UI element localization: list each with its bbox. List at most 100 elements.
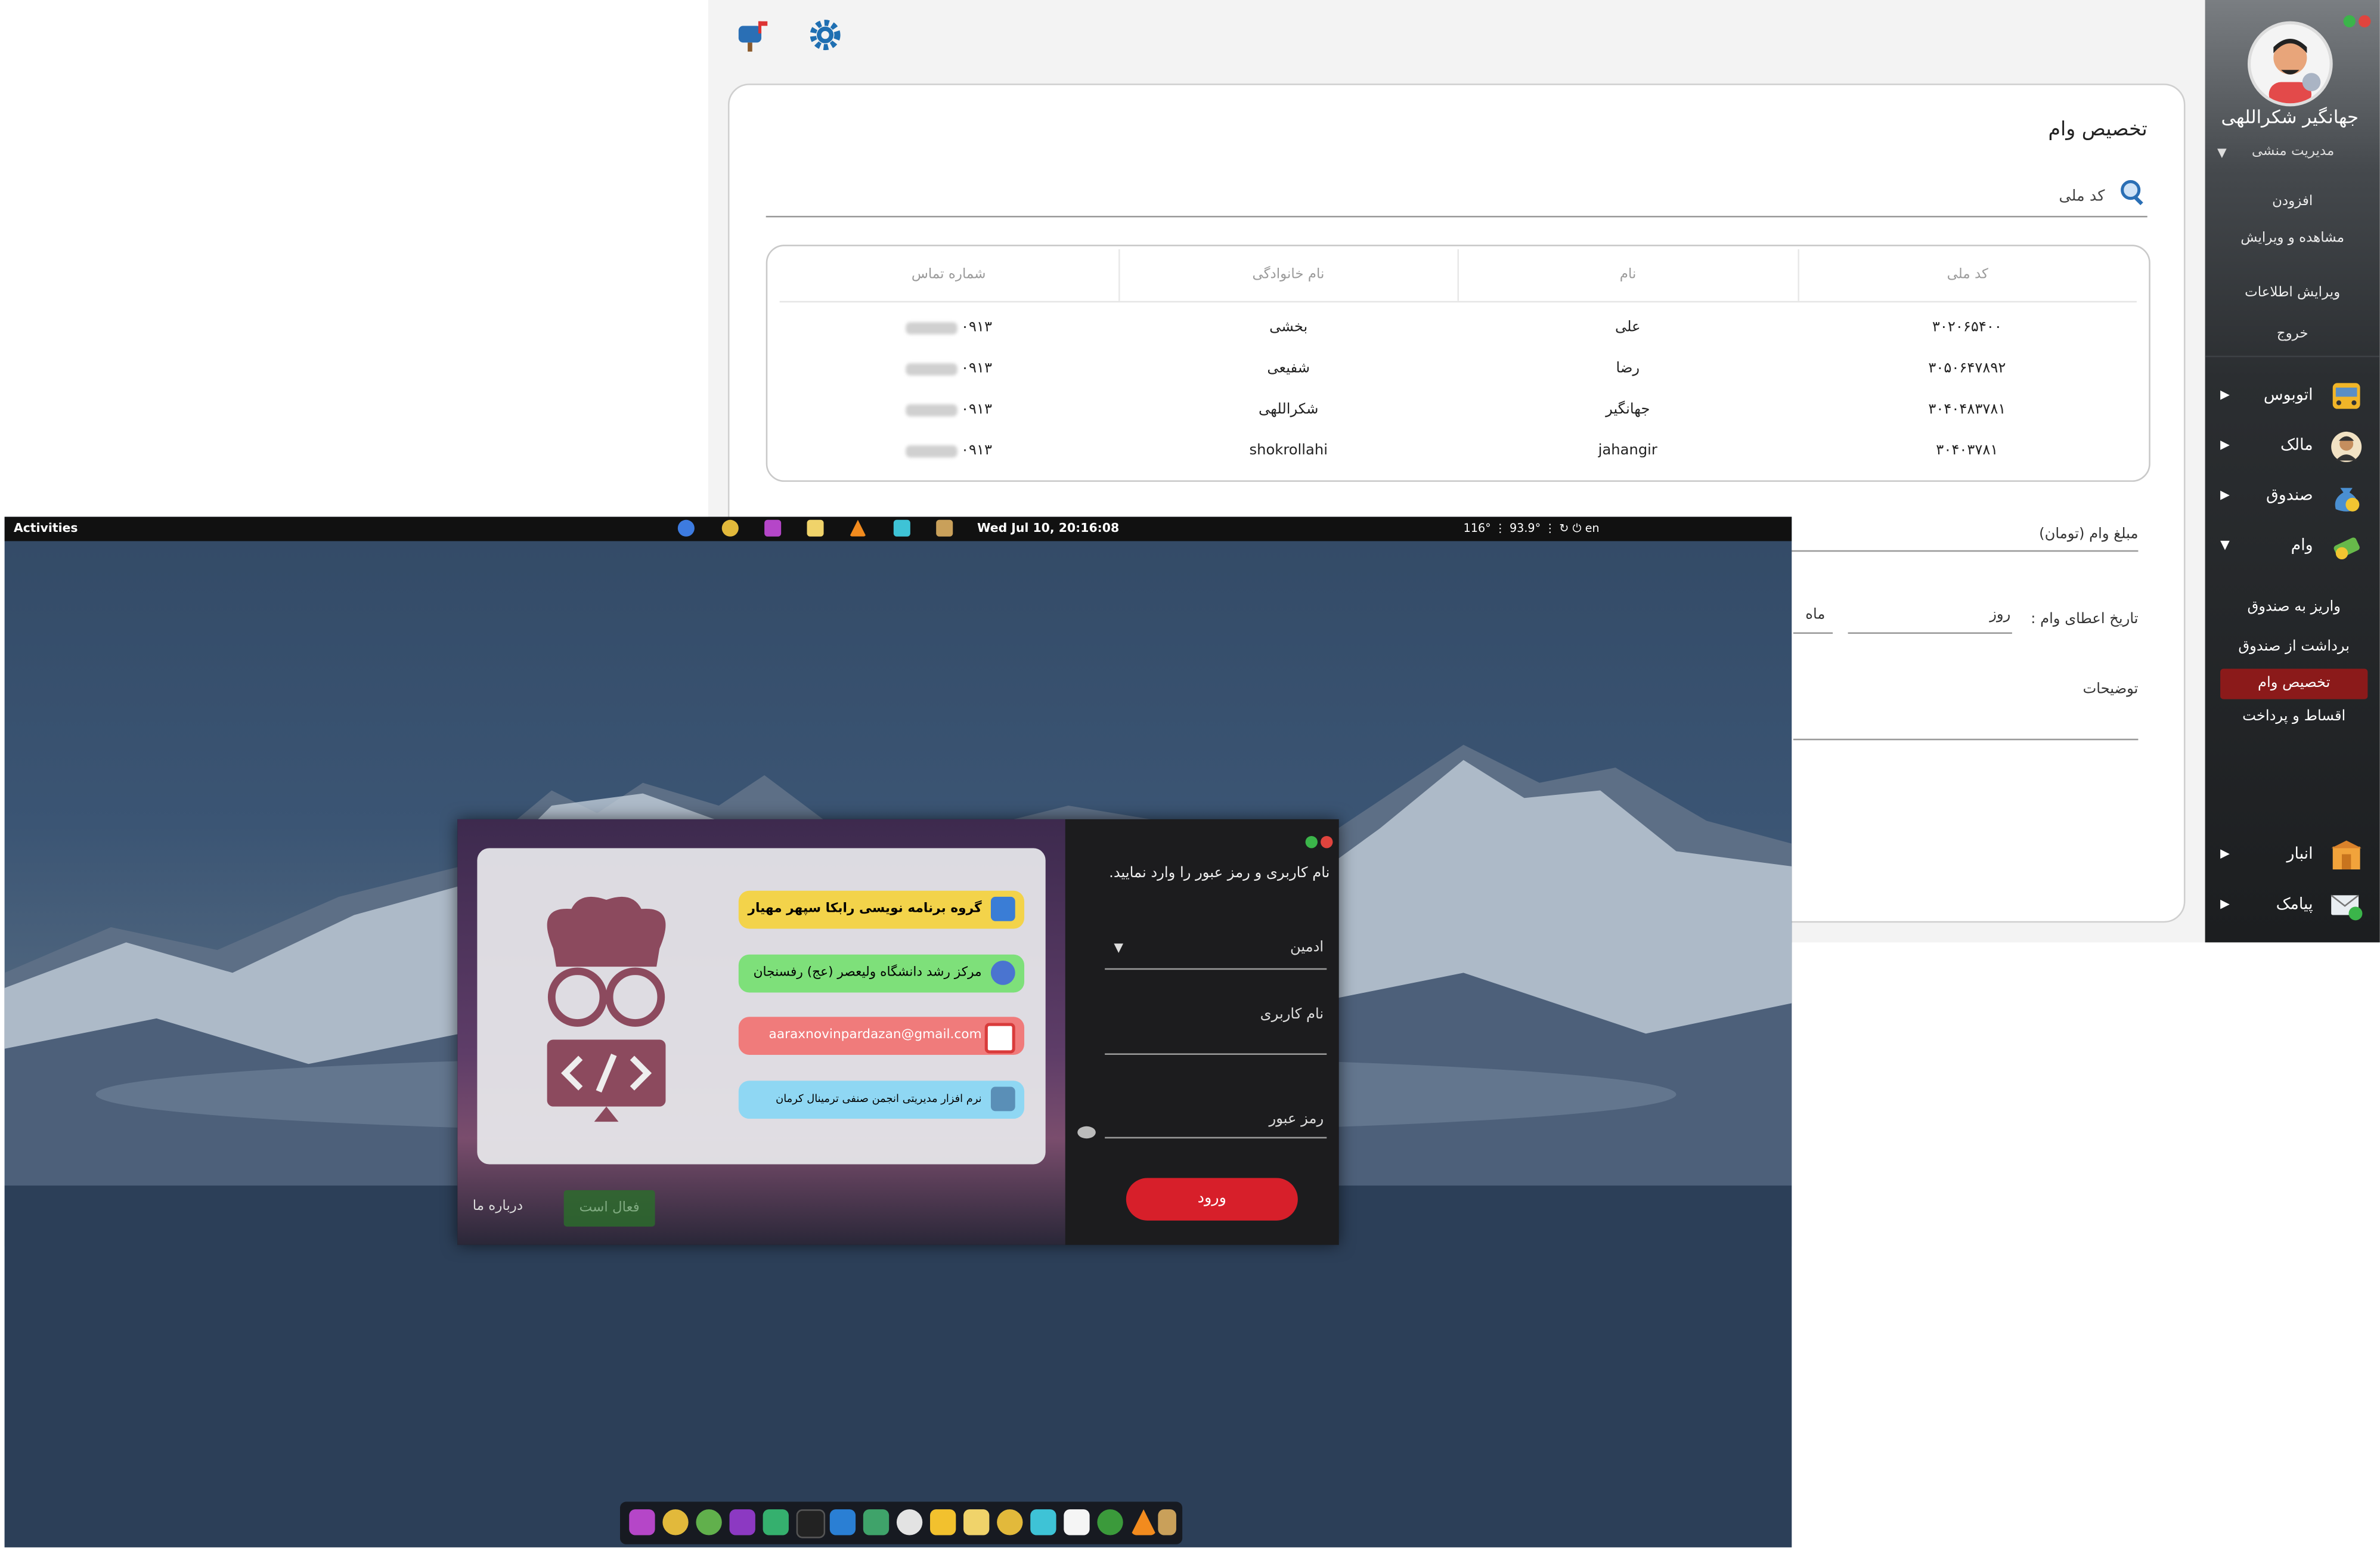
eye-icon[interactable] — [1077, 1126, 1096, 1139]
pill-software[interactable]: نرم افزار مدیریتی انجمن صنفی ترمینال کرم… — [738, 1080, 1025, 1119]
pill-incubator[interactable]: مرکز رشد دانشگاه ولیعصر (عج) رفسنجان — [738, 954, 1025, 993]
cell-last-name: شفیعی — [1267, 360, 1310, 377]
minimize-dot[interactable] — [2343, 15, 2356, 27]
chrome-icon[interactable] — [721, 519, 739, 537]
dock-app-icon[interactable] — [963, 1509, 990, 1535]
username-underline — [1105, 1053, 1327, 1055]
submenu-installments[interactable]: اقساط و پرداخت — [2220, 702, 2367, 733]
sidebar-item-loan[interactable]: وام ▼ — [2205, 529, 2380, 568]
system-status[interactable]: 116° ⋮ 93.9° ⋮ ↻ ⏻ en — [1464, 521, 1600, 536]
cell-first-name: علی — [1614, 319, 1641, 336]
sidebar-item-fund[interactable]: صندوق ▶ — [2205, 479, 2380, 518]
monitor-icon — [990, 1086, 1015, 1112]
mailbox-icon[interactable] — [733, 15, 772, 54]
user-role[interactable]: مدیریت منشی — [2252, 144, 2334, 159]
archive-icon[interactable] — [936, 519, 953, 537]
dock-app-icon[interactable] — [829, 1509, 856, 1535]
info-card: گروه برنامه نویسی رابکا سپهر مهیار مرکز … — [477, 848, 1046, 1165]
chevron-down-icon[interactable]: ▼ — [1114, 941, 1123, 955]
sidebar-item-owner[interactable]: مالک ▶ — [2205, 429, 2380, 468]
close-dot[interactable] — [2359, 15, 2371, 27]
files-icon[interactable] — [893, 519, 910, 537]
sidebar-item-label: وام — [2291, 536, 2313, 555]
username-field[interactable]: نام کاربری — [1260, 1006, 1324, 1023]
pill-dev-group[interactable]: گروه برنامه نویسی رابکا سپهر مهیار — [738, 890, 1025, 929]
chevron-down-icon[interactable]: ▼ — [2217, 146, 2227, 160]
table-row[interactable]: ۳۰۴۰۴۸۳۷۸۱ جهانگیر شکراللهی ۰۹۱۳ — [780, 389, 2137, 431]
national-code-search[interactable]: کد ملی — [766, 180, 2147, 218]
sidebar: جهانگیر شکراللهی مدیریت منشی ▼ افزودن مش… — [2205, 0, 2380, 943]
description-input[interactable] — [1793, 738, 2139, 741]
date-day-underline — [1848, 632, 2012, 634]
date-day-field[interactable]: روز — [1989, 606, 2010, 623]
sidebar-item-label: مالک — [2280, 436, 2313, 455]
window-controls — [1302, 825, 1333, 854]
browser-icon[interactable] — [677, 519, 695, 537]
sidebar-item-label: اتوبوس — [2263, 386, 2313, 405]
dock-app-icon[interactable] — [1064, 1509, 1090, 1535]
caret-right-icon: ▶ — [2220, 488, 2230, 502]
vlc-icon[interactable] — [849, 519, 866, 537]
login-button[interactable]: ورود — [1126, 1178, 1298, 1221]
dock-app-icon[interactable] — [696, 1509, 722, 1535]
dock-app-icon[interactable] — [997, 1509, 1023, 1535]
dock-app-icon[interactable] — [896, 1509, 923, 1535]
submenu-withdraw-from-fund[interactable]: برداشت از صندوق — [2220, 632, 2367, 662]
dock-app-icon[interactable] — [662, 1509, 689, 1535]
dock-app-icon[interactable] — [1030, 1509, 1056, 1535]
col-first-name[interactable]: نام — [1457, 249, 1797, 301]
sidebar-item-warehouse[interactable]: انبار ▶ — [2205, 837, 2380, 877]
col-phone[interactable]: شماره تماس — [780, 249, 1118, 301]
avatar[interactable] — [2247, 21, 2333, 107]
table-row[interactable]: ۳۰۴۰۳۷۸۱ jahangir shokrollahi ۰۹۱۳ — [780, 430, 2137, 471]
table-row[interactable]: ۳۰۵۰۶۴۷۸۹۲ رضا شفیعی ۰۹۱۳ — [780, 348, 2137, 389]
dock-app-icon[interactable] — [629, 1509, 655, 1535]
sidebar-divider — [2205, 355, 2380, 358]
cell-national-code: ۳۰۲۰۶۵۴۰۰ — [1932, 319, 2002, 336]
cell-last-name: بخشی — [1269, 319, 1308, 336]
pill-text: نرم افزار مدیریتی انجمن صنفی ترمینال کرم… — [776, 1092, 982, 1106]
dock-app-icon[interactable] — [1097, 1509, 1123, 1535]
about-us-button[interactable]: درباره ما — [473, 1199, 523, 1214]
sidebar-item-sms[interactable]: پیامک ▶ — [2205, 888, 2380, 927]
dock-app-icon[interactable] — [929, 1509, 956, 1535]
dock-app-icon[interactable] — [729, 1509, 755, 1535]
table-row[interactable]: ۳۰۲۰۶۵۴۰۰ علی بخشی ۰۹۱۳ — [780, 307, 2137, 348]
search-icon[interactable] — [2120, 179, 2147, 207]
dock-app-icon[interactable] — [863, 1509, 890, 1535]
minimize-dot[interactable] — [1305, 835, 1318, 849]
dock-app-icon[interactable] — [1130, 1509, 1157, 1535]
pill-email[interactable]: aaraxnovinpardazan@gmail.com — [738, 1017, 1025, 1055]
loan-amount-input[interactable] — [1778, 550, 2139, 552]
warehouse-icon — [2328, 837, 2364, 874]
app-icon[interactable] — [764, 519, 782, 537]
sidebar-item-bus[interactable]: اتوبوس ▶ — [2205, 379, 2380, 418]
close-dot[interactable] — [1321, 835, 1333, 849]
phone-prefix: ۰۹۱۳ — [961, 360, 993, 377]
dock-app-icon[interactable] — [763, 1509, 789, 1535]
dock-app-icon[interactable] — [796, 1509, 826, 1538]
menu-edit-profile[interactable]: ویرایش اطلاعات — [2205, 286, 2380, 301]
menu-view-edit[interactable]: مشاهده و ویرایش — [2205, 231, 2380, 246]
page-title: تخصیص وام — [2048, 118, 2147, 142]
dock-app-icon[interactable] — [1158, 1509, 1176, 1535]
phone-prefix: ۰۹۱۳ — [961, 319, 993, 336]
gnome-top-bar: Activities Wed Jul 10, 20:16:08 116° ⋮ 9… — [4, 516, 1792, 541]
settings-gear-icon[interactable] — [805, 15, 845, 54]
notes-icon[interactable] — [807, 519, 824, 537]
menu-logout[interactable]: خروج — [2205, 327, 2380, 342]
role-select[interactable]: ادمین — [1290, 939, 1324, 956]
redacted-phone — [906, 403, 958, 416]
activated-button[interactable]: فعال است — [563, 1190, 655, 1227]
pill-text: مرکز رشد دانشگاه ولیعصر (عج) رفسنجان — [753, 965, 982, 981]
clock[interactable]: Wed Jul 10, 20:16:08 — [977, 521, 1119, 535]
password-field[interactable]: رمز عبور — [1269, 1111, 1324, 1128]
col-last-name[interactable]: نام خانوادگی — [1117, 249, 1458, 301]
submenu-deposit-to-fund[interactable]: واریز به صندوق — [2220, 593, 2367, 623]
submenu-loan-allocation[interactable]: تخصیص وام — [2220, 668, 2368, 699]
menu-add[interactable]: افزودن — [2205, 194, 2380, 209]
activities-button[interactable]: Activities — [14, 521, 78, 535]
window-controls — [2340, 5, 2371, 33]
date-month-field[interactable]: ماه — [1805, 606, 1825, 623]
col-national-code[interactable]: کد ملی — [1797, 249, 2137, 301]
